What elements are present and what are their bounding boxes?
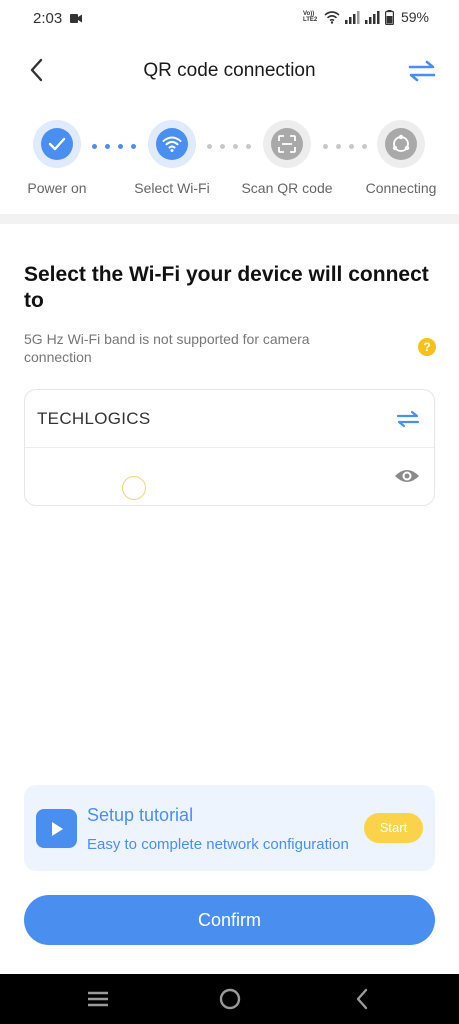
- step-label: Scan QR code: [241, 180, 333, 196]
- system-back-icon[interactable]: [348, 986, 376, 1012]
- connector-dot: [105, 144, 110, 149]
- confirm-button[interactable]: Confirm: [24, 895, 435, 945]
- ssid-value: TECHLOGICS: [37, 409, 151, 428]
- step-circle: [41, 128, 73, 160]
- cell-signal-icon: [344, 10, 360, 24]
- connector-dot: [336, 144, 341, 149]
- play-triangle-icon: [51, 821, 63, 836]
- step-circle: [156, 128, 188, 160]
- step-label: Select Wi-Fi: [134, 180, 210, 196]
- check-icon: [48, 137, 66, 151]
- connector-dot: [92, 144, 97, 149]
- ssid-row[interactable]: TECHLOGICS: [25, 390, 434, 448]
- touch-indicator: [122, 476, 146, 500]
- step-connecting: Connecting: [351, 120, 451, 196]
- step-select-wifi: Select Wi-Fi: [122, 120, 222, 196]
- change-network-icon[interactable]: [396, 409, 420, 429]
- connecting-icon: [392, 134, 410, 152]
- recent-apps-icon[interactable]: [84, 986, 112, 1012]
- step-ring: [377, 120, 425, 168]
- show-password-icon[interactable]: [394, 466, 420, 486]
- volte-bottom-label: LTE2: [302, 17, 318, 23]
- wifi-signal-icon: [324, 10, 340, 24]
- video-recording-icon: [70, 14, 82, 23]
- start-tutorial-button[interactable]: Start: [364, 813, 423, 843]
- progress-stepper: Power on Select Wi-Fi Scan QR code Conne…: [0, 120, 459, 200]
- status-icons: Vo)) LTE2 59%: [303, 9, 429, 25]
- step-circle: [385, 128, 417, 160]
- connector-dot: [323, 144, 328, 149]
- step-circle: [271, 128, 303, 160]
- header: QR code connection: [0, 44, 459, 98]
- connector-dot: [207, 144, 212, 149]
- volte-indicator: Vo)) LTE2: [303, 11, 319, 23]
- wifi-icon: [162, 136, 182, 152]
- wifi-credentials-card: TECHLOGICS: [24, 389, 435, 506]
- step-label: Power on: [27, 180, 87, 196]
- status-bar: 2:03 Vo)) LTE2 59%: [0, 0, 459, 38]
- wifi-selection-heading: Select the Wi-Fi your device will connec…: [24, 263, 429, 312]
- step-ring: [263, 120, 311, 168]
- setup-tutorial-card[interactable]: Setup tutorial Easy to complete network …: [24, 785, 435, 871]
- section-divider: [0, 214, 459, 224]
- battery-percent: 59%: [400, 9, 429, 25]
- battery-icon: [384, 9, 394, 25]
- tutorial-subtitle: Easy to complete network configuration: [87, 836, 349, 853]
- band-support-note: 5G Hz Wi-Fi band is not supported for ca…: [24, 331, 310, 365]
- password-input[interactable]: [37, 458, 377, 496]
- password-row: [25, 448, 434, 506]
- cell-signal-icon-2: [364, 10, 380, 24]
- page-title: QR code connection: [143, 60, 316, 81]
- status-time: 2:03: [33, 10, 63, 27]
- home-icon[interactable]: [216, 986, 244, 1012]
- scan-icon: [278, 135, 296, 153]
- step-label: Connecting: [365, 180, 437, 196]
- tutorial-title: Setup tutorial: [87, 805, 194, 825]
- connector-dot: [220, 144, 225, 149]
- switch-mode-icon[interactable]: [407, 58, 437, 84]
- play-icon: [36, 809, 77, 848]
- step-scan-qr: Scan QR code: [237, 120, 337, 196]
- help-icon[interactable]: ?: [418, 338, 436, 356]
- step-power-on: Power on: [7, 120, 107, 196]
- step-ring: [33, 120, 81, 168]
- system-nav-bar: [0, 974, 459, 1024]
- step-ring: [148, 120, 196, 168]
